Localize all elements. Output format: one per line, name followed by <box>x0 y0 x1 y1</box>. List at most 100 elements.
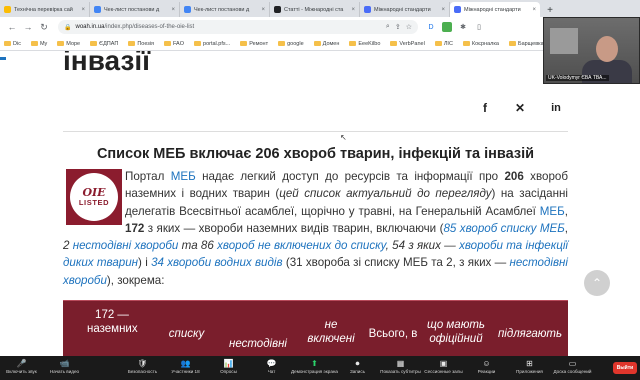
browser-tab[interactable]: Міжнародні стандарти × <box>360 2 450 17</box>
bookmark-label: google <box>287 40 304 47</box>
mute-button[interactable]: 🎤 Включить звук <box>0 356 43 374</box>
bookmark[interactable]: Dic <box>4 41 21 47</box>
folder-icon <box>128 41 136 46</box>
diseases-table-header: 172 — наземних списку нестодівні не вклю… <box>63 300 568 356</box>
link-85-diseases[interactable]: 85 хвороб списку МЕБ <box>443 222 564 235</box>
bookmark[interactable]: portal.pfs... <box>194 41 230 47</box>
reactions-icon: ☺ <box>482 359 491 368</box>
close-icon[interactable]: × <box>441 7 445 13</box>
link-not-listed[interactable]: хвороб не включених до списку <box>217 239 386 252</box>
bookmark[interactable]: google <box>278 41 304 47</box>
bookmark[interactable]: ЛІС <box>434 40 453 47</box>
twitter-icon[interactable]: ✕ <box>511 99 529 117</box>
close-icon[interactable]: × <box>351 7 355 13</box>
browser-tab[interactable]: Технічна перевірка сай × <box>0 2 90 17</box>
forward-icon[interactable]: → <box>22 21 34 33</box>
folder-icon <box>90 41 98 46</box>
star-icon[interactable]: ☆ <box>406 23 412 31</box>
browser-tab-active[interactable]: Міжнародні стандарти × <box>450 2 540 17</box>
folder-icon <box>194 41 202 46</box>
polls-icon: 📊 <box>223 359 234 368</box>
bookmark[interactable]: Море <box>57 41 80 47</box>
whiteboard-icon: ▭ <box>568 359 577 368</box>
folder-icon <box>434 41 442 46</box>
browser-tab[interactable]: Чек-лист постанови д × <box>90 2 180 17</box>
extension-icon[interactable] <box>442 22 452 32</box>
bookmark[interactable]: VerbPanel <box>390 41 425 47</box>
tab-favicon-icon <box>4 6 11 13</box>
share-icon[interactable]: ⇪ <box>395 23 401 31</box>
new-tab-button[interactable]: + <box>543 3 557 17</box>
table-header-cell: що мають офіційний <box>427 319 485 345</box>
share-screen-button[interactable]: ⬆ Демонстрация экрана <box>291 356 338 374</box>
folder-icon <box>240 41 248 46</box>
bookmark-label: Домен <box>322 40 340 47</box>
chat-button[interactable]: 💬 Чат <box>250 356 293 374</box>
bookmark-label: Поезія <box>137 40 154 47</box>
bookmark[interactable]: ЄДПАП <box>90 41 118 47</box>
bookmark-label: My <box>39 40 48 47</box>
security-button[interactable]: 🛡 Безопасность <box>121 356 164 374</box>
page-heading: інвазії <box>63 51 151 76</box>
folder-icon <box>462 41 470 46</box>
close-icon[interactable]: × <box>81 7 85 13</box>
scroll-to-top-button[interactable]: ⌃ <box>584 270 610 296</box>
folder-icon <box>349 41 357 46</box>
bookmark-label: ЛІС <box>443 40 453 47</box>
table-header-cell: підлягають <box>497 328 563 340</box>
apps-button[interactable]: ⊞ Приложения <box>508 356 551 374</box>
share-screen-icon: ⬆ <box>311 359 318 368</box>
search-icon[interactable]: ⌕ <box>386 23 390 31</box>
participant-video[interactable]: UK-Volodymyr ЄВА ТВА... <box>543 17 640 84</box>
captions-icon: ▦ <box>396 359 405 368</box>
bookmark[interactable]: EeeKilbo <box>349 41 380 47</box>
link-meb[interactable]: МЕБ <box>540 205 565 218</box>
back-icon[interactable]: ← <box>6 21 18 33</box>
whiteboard-button[interactable]: ▭ Доска сообщений <box>551 356 594 374</box>
captions-button[interactable]: ▦ Показать субтитры <box>379 356 422 374</box>
link-emerging-diseases[interactable]: нестодівні хвороби <box>73 239 179 252</box>
participants-button[interactable]: 👥 Участники 18 <box>164 356 207 374</box>
bookmark[interactable]: My <box>30 40 48 47</box>
tab-label: Міжнародні стандарти <box>374 6 431 13</box>
bookmark[interactable]: Домен <box>313 40 340 47</box>
linkedin-icon[interactable]: in <box>547 99 565 117</box>
folder-icon <box>390 41 398 46</box>
breakout-rooms-icon: ▣ <box>439 359 448 368</box>
puzzle-icon[interactable]: ✱ <box>458 22 468 32</box>
bookmark-label: Барщевка <box>517 40 544 47</box>
link-aquatic[interactable]: 34 хвороби водних видів <box>151 256 282 269</box>
tab-label: Чек-лист постанови д <box>104 6 160 13</box>
sidebar-icon[interactable]: ▯ <box>474 22 484 32</box>
shield-icon: 🛡 <box>137 359 148 368</box>
reload-icon[interactable]: ↻ <box>38 21 50 33</box>
tab-favicon-icon <box>184 6 191 13</box>
bookmark[interactable]: Ремонт <box>240 41 268 47</box>
close-icon[interactable]: × <box>532 7 536 13</box>
bookmark[interactable]: Поезія <box>128 41 154 47</box>
tab-favicon-icon <box>94 6 101 13</box>
tab-favicon-icon <box>274 6 281 13</box>
browser-tab[interactable]: Чек-лист постанови д × <box>180 2 270 17</box>
record-button[interactable]: ⏺ Запись <box>336 356 379 374</box>
folder-icon <box>4 41 11 46</box>
extension-icon[interactable]: D <box>426 22 436 32</box>
reactions-button[interactable]: ☺ Реакции <box>465 356 508 374</box>
browser-tab[interactable]: Статті - Міжнародні ста × <box>270 2 360 17</box>
facebook-icon[interactable]: f <box>476 99 494 117</box>
participant-avatar <box>596 36 618 62</box>
polls-button[interactable]: 📊 Опросы <box>207 356 250 374</box>
record-icon: ⏺ <box>355 359 360 368</box>
bookmark[interactable]: Барщевка <box>508 40 544 47</box>
close-icon[interactable]: × <box>261 7 265 13</box>
web-content: інвазії f ✕ in ↖ Список МЕБ включає 206 … <box>0 51 640 356</box>
bookmark[interactable]: Коєрналка <box>462 41 499 47</box>
leave-meeting-button[interactable]: Выйти <box>613 362 637 374</box>
address-bar[interactable]: 🔒 woah.in.ua/index.php/diseases-of-the-o… <box>58 20 418 34</box>
video-button[interactable]: 📹 Начать видео <box>43 356 86 374</box>
table-header-cell: списку <box>168 328 205 340</box>
breakout-rooms-button[interactable]: ▣ Сессионные залы <box>422 356 465 374</box>
bookmark[interactable]: FAO <box>164 41 184 47</box>
link-meb[interactable]: МЕБ <box>171 170 196 183</box>
close-icon[interactable]: × <box>171 7 175 13</box>
